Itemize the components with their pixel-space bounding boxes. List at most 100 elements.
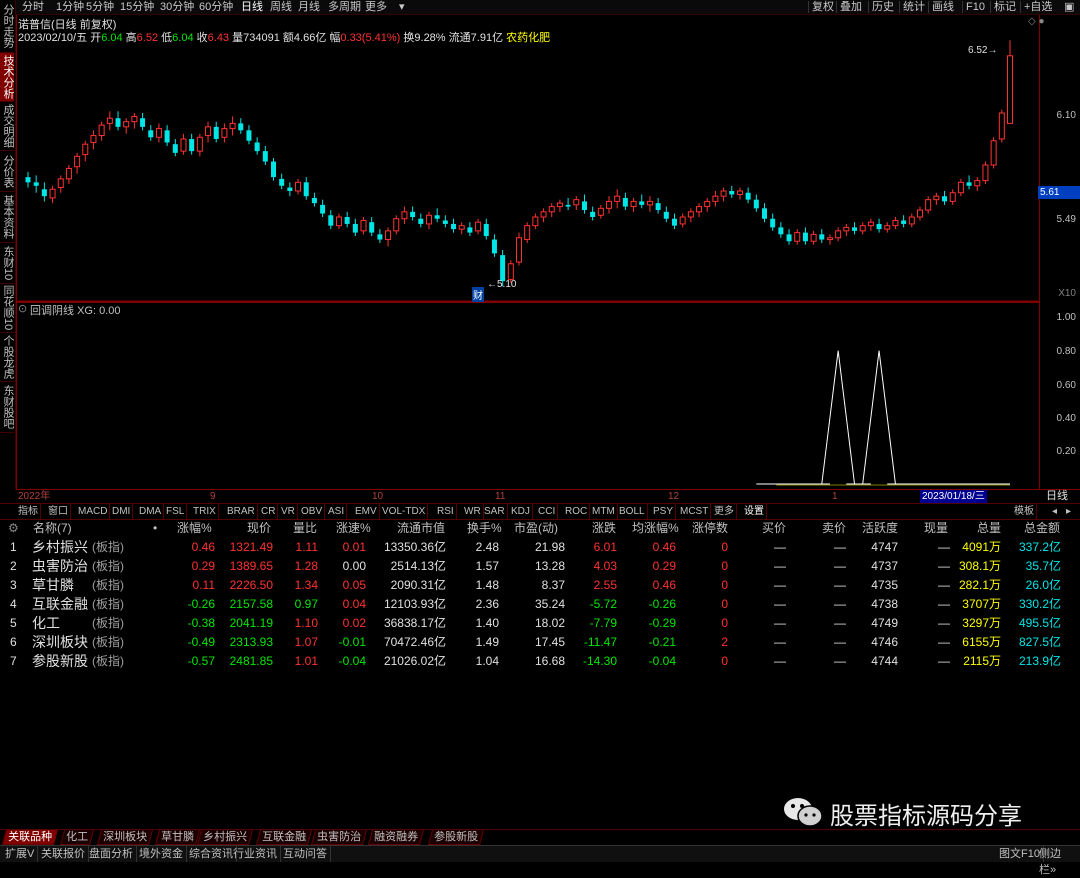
tool-button[interactable]: F10	[966, 0, 985, 14]
table-row[interactable]: 4 互联金融 (板指) -0.26 2157.58 0.97 0.04 12103.93亿 2.…	[0, 595, 1080, 614]
candle-body[interactable]	[540, 211, 547, 218]
candle-body[interactable]	[279, 178, 285, 186]
candle-body[interactable]	[418, 218, 424, 224]
indicator-tab[interactable]: TRIX	[191, 504, 219, 519]
candle-body[interactable]	[369, 222, 375, 233]
candle-body[interactable]	[736, 190, 743, 195]
candle-body[interactable]	[573, 199, 580, 206]
candle-body[interactable]	[500, 255, 506, 282]
candle-body[interactable]	[949, 192, 956, 202]
indicator-tab[interactable]: RSI	[435, 504, 457, 519]
candle-body[interactable]	[33, 182, 39, 186]
status-button[interactable]: 关联报价	[38, 846, 89, 862]
indicator-tab[interactable]: BOLL	[617, 504, 648, 519]
candle-body[interactable]	[401, 211, 408, 220]
candle-body[interactable]	[189, 139, 195, 152]
candle-body[interactable]	[901, 220, 907, 224]
indicator-tab[interactable]: FSL	[164, 504, 188, 519]
candle-body[interactable]	[916, 209, 923, 218]
candle-body[interactable]	[778, 227, 784, 235]
indicator-tab[interactable]: 指标	[16, 504, 41, 519]
candle-body[interactable]	[74, 155, 81, 168]
candle-body[interactable]	[802, 232, 808, 242]
candle-body[interactable]	[729, 191, 735, 195]
indicator-tab[interactable]: OBV	[299, 504, 326, 519]
candle-body[interactable]	[966, 182, 972, 186]
indicator-tab[interactable]: 设置	[742, 504, 767, 519]
indicator-tab[interactable]: ROC	[563, 504, 591, 519]
period-tab[interactable]: 月线	[298, 0, 320, 14]
col-fmv[interactable]: 流通市值	[397, 519, 445, 537]
table-row[interactable]: 3 草甘膦 (板指) 0.11 2226.50 1.34 0.05 2090.31亿 1.48 8…	[0, 576, 1080, 595]
col-activity[interactable]: 活跃度	[862, 519, 898, 537]
candle-body[interactable]	[532, 216, 539, 227]
col-diff[interactable]: 涨跌	[592, 519, 616, 537]
candle-body[interactable]	[115, 118, 121, 127]
left-tab[interactable]: 东财股吧	[0, 382, 14, 433]
candle-body[interactable]	[762, 208, 767, 219]
tool-button[interactable]: 复权	[812, 0, 834, 14]
candle-body[interactable]	[377, 234, 383, 240]
status-button[interactable]: 行业资讯	[230, 846, 281, 862]
candle-body[interactable]	[106, 117, 113, 124]
candle-body[interactable]	[205, 126, 212, 137]
col-bid[interactable]: 买价	[762, 519, 786, 537]
candle-body[interactable]	[82, 143, 89, 156]
candle-body[interactable]	[892, 219, 899, 227]
candle-body[interactable]	[884, 225, 891, 230]
candle-body[interactable]	[974, 180, 981, 187]
indicator-tab[interactable]: DMA	[137, 504, 165, 519]
candle-body[interactable]	[148, 130, 154, 138]
bottom-tab[interactable]: 草甘膦	[154, 830, 201, 845]
indicator-tab[interactable]: CCI	[536, 504, 559, 519]
left-tab[interactable]: 分价表	[0, 151, 14, 192]
indicator-tab[interactable]: VOL-TDX	[380, 504, 429, 519]
period-tab[interactable]: 日线	[241, 0, 263, 14]
col-amt[interactable]: 总金额	[1024, 519, 1060, 537]
candle-body[interactable]	[451, 223, 457, 230]
table-row[interactable]: 5 化工 (板指) -0.38 2041.19 1.10 0.02 36838.17亿 1.40…	[0, 614, 1080, 633]
bottom-tab[interactable]: 互联金融	[255, 830, 313, 845]
bottom-tab[interactable]: 参股新股	[427, 830, 485, 845]
period-tab[interactable]: 分时	[22, 0, 44, 14]
candle-body[interactable]	[467, 227, 473, 233]
col-ask[interactable]: 卖价	[822, 519, 846, 537]
candle-body[interactable]	[548, 206, 555, 213]
candle-body[interactable]	[679, 216, 686, 225]
candle-body[interactable]	[295, 181, 302, 192]
bottom-tab[interactable]: 虫害防治	[310, 830, 368, 845]
candle-body[interactable]	[180, 138, 187, 152]
candle-body[interactable]	[835, 230, 842, 239]
candle-body[interactable]	[385, 230, 392, 241]
candle-body[interactable]	[238, 123, 244, 131]
candle-body[interactable]	[49, 188, 56, 199]
table-row[interactable]: 1 乡村振兴 (板指) 0.46 1321.49 1.11 0.01 13350.36亿 2.4…	[0, 538, 1080, 557]
indicator-tab[interactable]: CR	[259, 504, 279, 519]
candle-body[interactable]	[630, 200, 637, 208]
candle-body[interactable]	[335, 216, 342, 227]
col-limit[interactable]: 涨停数	[692, 519, 728, 537]
bottom-tab[interactable]: 深圳板块	[96, 830, 154, 845]
period-tab[interactable]: 更多	[365, 0, 387, 14]
bottom-tab[interactable]: 化工	[59, 830, 95, 845]
indicator-tab[interactable]: WR	[462, 504, 484, 519]
candle-body[interactable]	[25, 177, 31, 183]
candle-body[interactable]	[957, 181, 964, 194]
candle-body[interactable]	[254, 142, 260, 152]
candle-body[interactable]	[516, 237, 522, 263]
candle-body[interactable]	[140, 118, 146, 127]
candle-body[interactable]	[271, 161, 276, 178]
candle-body[interactable]	[942, 196, 948, 202]
candle-body[interactable]	[41, 189, 47, 197]
left-tab[interactable]: 东财10	[0, 243, 14, 284]
candle-body[interactable]	[483, 223, 489, 237]
candle-body[interactable]	[655, 203, 661, 211]
template-button[interactable]: 模板	[1012, 504, 1037, 519]
sidebar-toggle[interactable]: 侧边栏»	[1036, 846, 1080, 878]
left-tab[interactable]: 技术分析	[0, 53, 14, 102]
candle-body[interactable]	[425, 214, 432, 225]
left-tab[interactable]: 基本资料	[0, 192, 14, 243]
left-tab[interactable]: 成交明细	[0, 102, 14, 151]
candle-body[interactable]	[90, 135, 97, 143]
candle-body[interactable]	[164, 130, 170, 143]
